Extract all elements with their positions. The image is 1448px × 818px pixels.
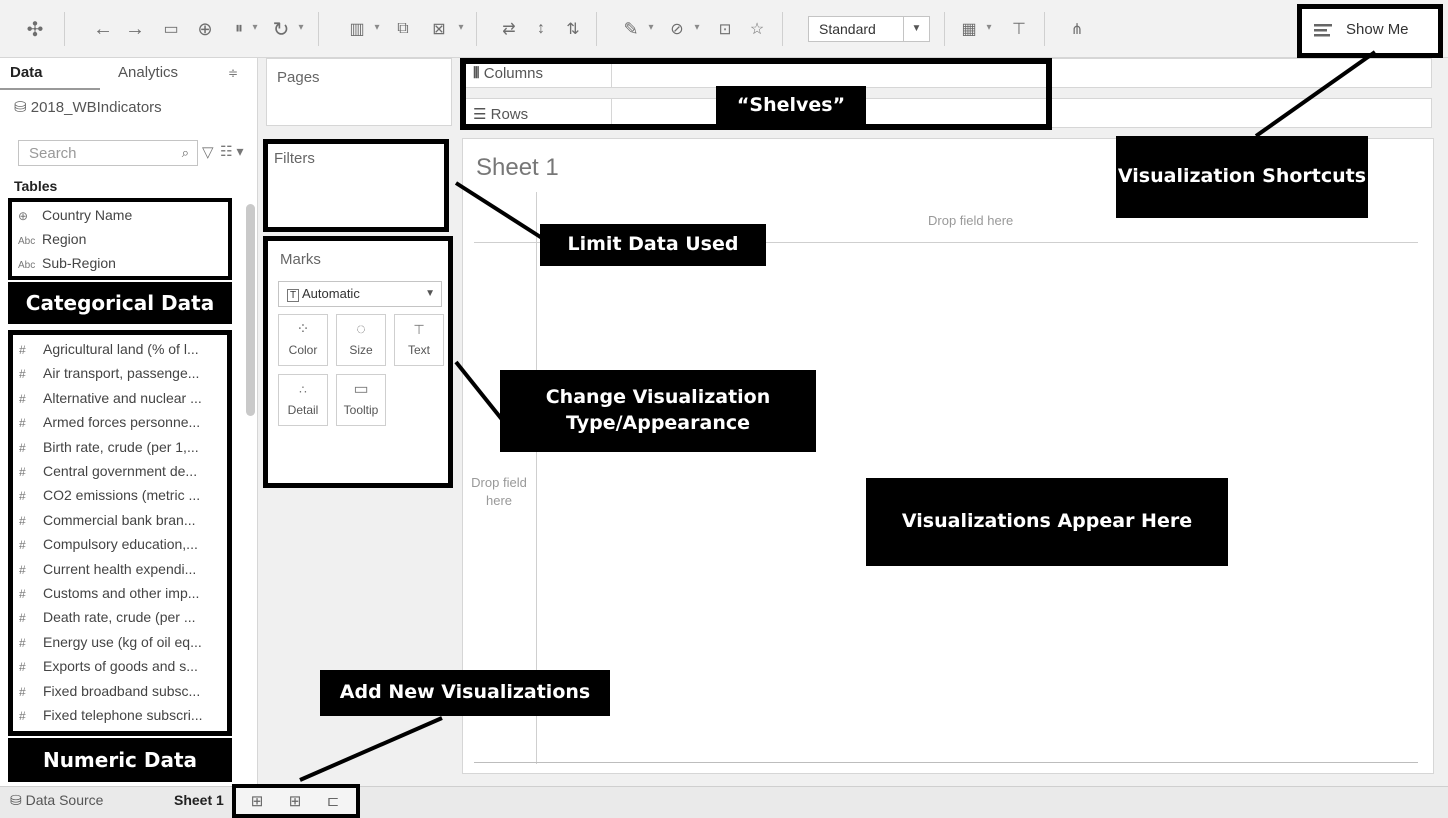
annotation-limit-data: Limit Data Used <box>540 224 766 266</box>
new-story-icon[interactable]: ⊏ <box>318 792 348 812</box>
new-sheet-buttons: ⊞ ⊞ ⊏ <box>232 784 360 818</box>
data-source-tab-label: Data Source <box>25 792 104 808</box>
data-source-tab[interactable]: ⛁ Data Source <box>10 792 103 809</box>
annotation-visualizations-appear: Visualizations Appear Here <box>866 478 1228 566</box>
new-dashboard-icon[interactable]: ⊞ <box>280 792 310 812</box>
annotation-change-visualization: Change Visualization Type/Appearance <box>500 370 816 452</box>
annotation-visualization-shortcuts: Visualization Shortcuts <box>1116 136 1368 218</box>
database-icon: ⛁ <box>10 792 22 808</box>
new-worksheet-icon[interactable]: ⊞ <box>242 792 272 812</box>
annotation-add-new-visualizations: Add New Visualizations <box>320 670 610 716</box>
sheet-1-tab[interactable]: Sheet 1 <box>174 792 224 808</box>
